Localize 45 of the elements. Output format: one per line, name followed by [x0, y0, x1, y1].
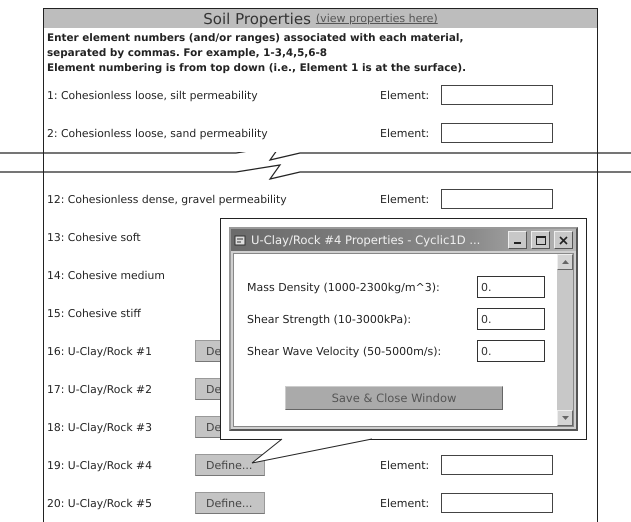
material-label: 1: Cohesionless loose, silt permeability: [47, 88, 258, 102]
define-button[interactable]: Define...: [195, 492, 265, 514]
close-icon: [559, 236, 568, 244]
material-label: 18: U-Clay/Rock #3: [47, 420, 152, 434]
element-label: Element:: [380, 458, 430, 472]
scroll-bar[interactable]: [557, 254, 573, 426]
panel-title: Soil Properties: [203, 10, 311, 28]
material-label: 13: Cohesive soft: [47, 230, 141, 244]
instruction-text: Enter element numbers (and/or ranges) associated with each material,: [47, 31, 464, 46]
material-label: 12: Cohesionless dense, gravel permeability: [47, 192, 287, 206]
view-properties-link[interactable]: (view properties here): [316, 12, 438, 25]
material-label: 15: Cohesive stiff: [47, 306, 141, 320]
element-field[interactable]: [441, 189, 553, 209]
close-button[interactable]: [554, 231, 573, 249]
property-field[interactable]: 0.: [477, 308, 545, 330]
property-label: Shear Wave Velocity (50-5000m/s):: [247, 344, 442, 358]
element-field[interactable]: [441, 493, 553, 513]
element-field[interactable]: [441, 455, 553, 475]
material-label: 20: U-Clay/Rock #5: [47, 496, 152, 510]
property-label: Shear Strength (10-3000kPa):: [247, 312, 412, 326]
save-close-button[interactable]: Save & Close Window: [285, 386, 503, 410]
element-label: Element:: [380, 126, 430, 140]
maximize-icon: [536, 236, 546, 244]
element-field[interactable]: [441, 123, 553, 143]
property-field[interactable]: 0.: [477, 340, 545, 362]
material-label: 14: Cohesive medium: [47, 268, 165, 282]
instruction-text: Element numbering is from top down (i.e., Element 1 is at the surface).: [47, 61, 468, 76]
app-icon: [234, 234, 247, 246]
material-label: 2: Cohesionless loose, sand permeability: [47, 126, 268, 140]
minimize-button[interactable]: [508, 231, 527, 249]
define-button[interactable]: Define...: [195, 454, 265, 476]
material-label: 17: U-Clay/Rock #2: [47, 382, 152, 396]
material-label: 19: U-Clay/Rock #4: [47, 458, 152, 472]
element-field[interactable]: [441, 85, 553, 105]
instruction-text: separated by commas. For example, 1-3,4,5,6-8: [47, 46, 328, 61]
scroll-up-icon[interactable]: [562, 260, 568, 264]
material-label: 16: U-Clay/Rock #1: [47, 344, 152, 358]
maximize-button[interactable]: [531, 231, 550, 249]
element-label: Element:: [380, 192, 430, 206]
scroll-down-icon[interactable]: [562, 416, 568, 420]
property-field[interactable]: 0.: [477, 276, 545, 298]
element-label: Element:: [380, 88, 430, 102]
element-label: Element:: [380, 496, 430, 510]
property-label: Mass Density (1000-2300kg/m^3):: [247, 280, 441, 294]
window-title: U-Clay/Rock #4 Properties - Cyclic1D ...: [251, 233, 482, 247]
